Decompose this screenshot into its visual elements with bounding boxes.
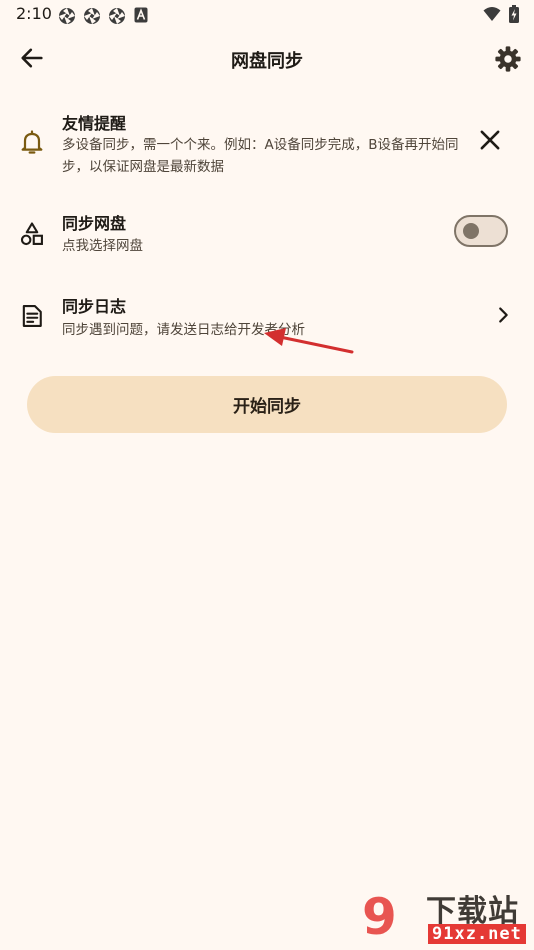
sync-log-row[interactable]: 同步日志 同步遇到问题，请发送日志给开发者分析	[0, 288, 534, 348]
aperture-icon	[59, 8, 75, 24]
battery-charging-icon	[509, 5, 519, 23]
sync-disk-title: 同步网盘	[62, 214, 127, 233]
font-a-icon	[134, 7, 148, 23]
app-bar: 网盘同步	[0, 30, 534, 86]
sync-log-title: 同步日志	[62, 297, 127, 316]
aperture-icon	[84, 8, 100, 24]
sync-log-subtitle: 同步遇到问题，请发送日志给开发者分析	[62, 322, 305, 338]
tip-card: 友情提醒 多设备同步，需一个个来。例如：A设备同步完成，B设备再开始同步，以保证…	[0, 104, 534, 182]
gear-icon[interactable]	[494, 45, 522, 73]
watermark-url: 91xz.net	[428, 924, 526, 944]
aperture-icon	[109, 8, 125, 24]
watermark-badge: 9	[362, 888, 397, 946]
sync-disk-subtitle: 点我选择网盘	[62, 238, 143, 254]
wifi-icon	[483, 7, 501, 21]
tip-body: 多设备同步，需一个个来。例如：A设备同步完成，B设备再开始同步，以保证网盘是最新…	[62, 137, 459, 175]
sync-disk-toggle[interactable]	[454, 215, 508, 247]
sync-disk-row[interactable]: 同步网盘 点我选择网盘	[0, 204, 534, 264]
toggle-knob	[463, 223, 479, 239]
bell-icon	[21, 130, 43, 154]
close-icon[interactable]	[476, 126, 504, 154]
chevron-right-icon	[499, 307, 508, 323]
page-title: 网盘同步	[231, 51, 303, 72]
shapes-icon	[20, 222, 43, 246]
status-bar: 2:10	[0, 0, 534, 30]
watermark-logo: 9 下载站 91xz.net	[362, 880, 534, 950]
document-icon	[22, 305, 42, 327]
start-sync-button[interactable]: 开始同步	[27, 376, 507, 433]
status-time: 2:10	[16, 4, 52, 23]
tip-title: 友情提醒	[62, 114, 127, 133]
